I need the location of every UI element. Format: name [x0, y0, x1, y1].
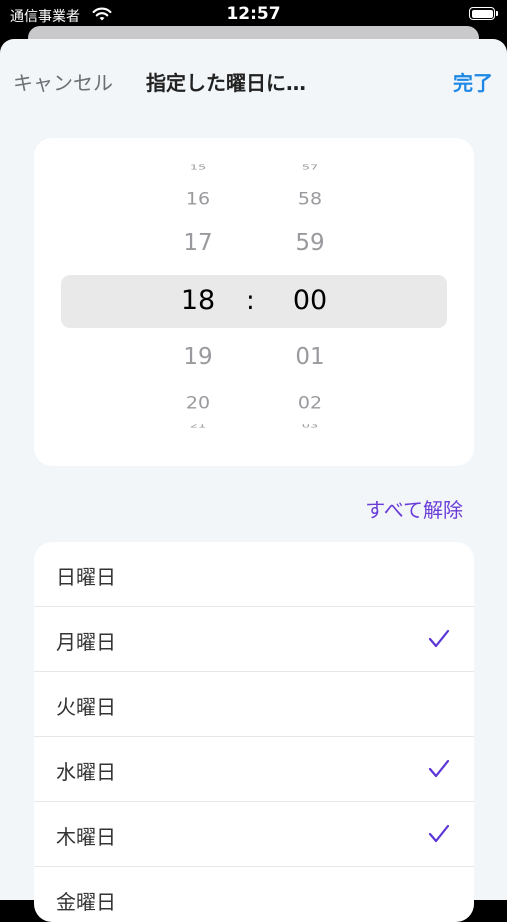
- clear-all-button[interactable]: すべて解除: [365, 494, 463, 523]
- minute-option[interactable]: 57: [270, 162, 350, 170]
- minute-option[interactable]: 02: [270, 393, 350, 412]
- hour-option[interactable]: 20: [158, 393, 238, 412]
- status-time: 12:57: [226, 4, 281, 24]
- battery-icon: [469, 7, 498, 20]
- minute-option[interactable]: 58: [270, 189, 350, 208]
- time-picker: 15 16 17 18 19 20 21 : 57 58 59 00 01 02…: [34, 138, 474, 466]
- minute-option[interactable]: 01: [270, 344, 350, 370]
- day-label: 水曜日: [56, 760, 116, 784]
- minute-option[interactable]: 59: [270, 230, 350, 256]
- hour-option[interactable]: 19: [158, 344, 238, 370]
- checkmark-icon: [428, 824, 450, 843]
- day-label: 火曜日: [56, 695, 116, 719]
- day-row-friday[interactable]: 金曜日: [34, 867, 474, 922]
- cancel-button[interactable]: キャンセル: [13, 67, 113, 96]
- hour-option[interactable]: 21: [158, 424, 238, 430]
- page-title: 指定した曜日に…: [146, 71, 306, 95]
- hour-option-selected[interactable]: 18: [158, 285, 238, 316]
- time-separator: :: [246, 286, 255, 316]
- day-row-wednesday[interactable]: 水曜日: [34, 737, 474, 801]
- day-row-sunday[interactable]: 日曜日: [34, 542, 474, 606]
- day-row-thursday[interactable]: 木曜日: [34, 802, 474, 866]
- done-button[interactable]: 完了: [453, 67, 493, 96]
- weekday-list: 日曜日 月曜日 火曜日 水曜日 木曜日 金曜日: [34, 542, 474, 922]
- hour-wheel[interactable]: 15 16 17 18 19 20 21: [158, 138, 238, 466]
- day-row-tuesday[interactable]: 火曜日: [34, 672, 474, 736]
- day-label: 月曜日: [56, 630, 116, 654]
- day-label: 金曜日: [56, 890, 116, 914]
- minute-wheel[interactable]: 57 58 59 00 01 02 03: [270, 138, 350, 466]
- checkmark-icon: [428, 759, 450, 778]
- minute-option[interactable]: 03: [270, 424, 350, 430]
- day-label: 木曜日: [56, 825, 116, 849]
- day-row-monday[interactable]: 月曜日: [34, 607, 474, 671]
- hour-option[interactable]: 16: [158, 189, 238, 208]
- hour-option[interactable]: 15: [158, 162, 238, 170]
- checkmark-icon: [428, 629, 450, 648]
- hour-option[interactable]: 17: [158, 230, 238, 256]
- minute-option-selected[interactable]: 00: [270, 285, 350, 316]
- day-label: 日曜日: [56, 565, 116, 589]
